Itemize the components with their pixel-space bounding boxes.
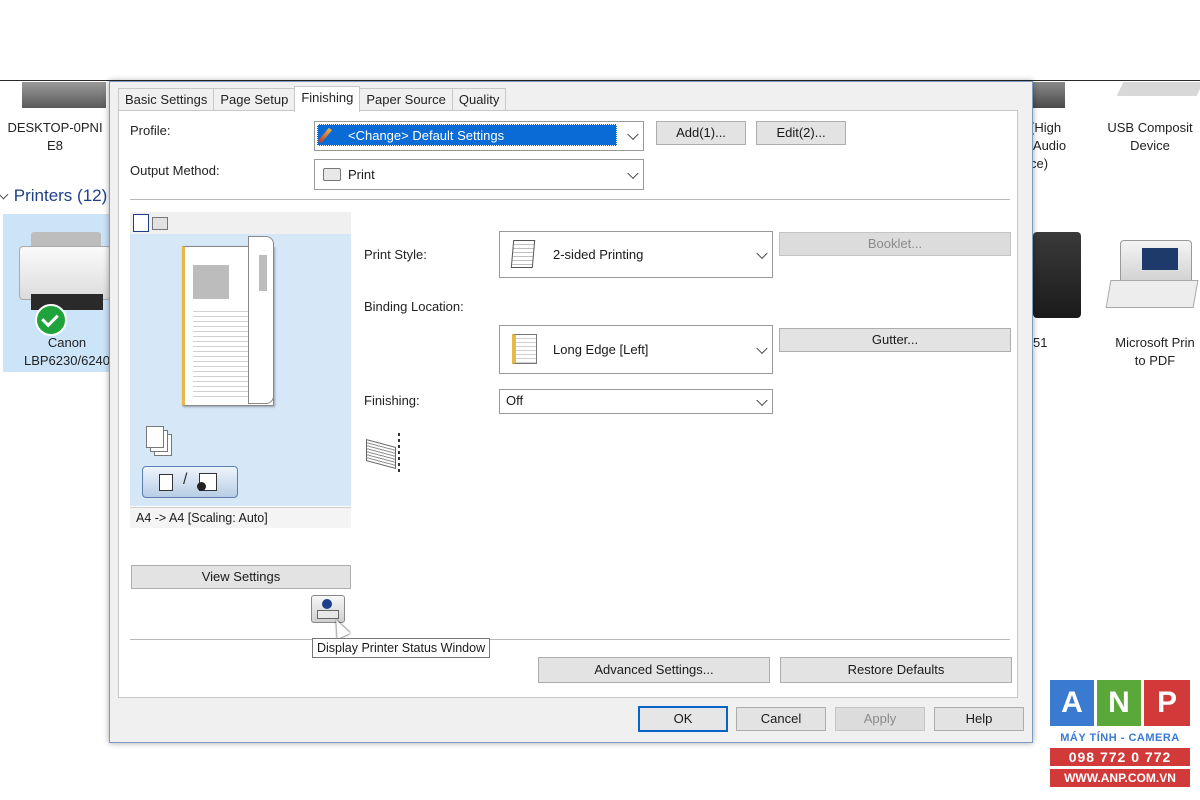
- chevron-down-icon: [627, 128, 639, 141]
- watermark-line3: WWW.ANP.COM.VN: [1050, 769, 1190, 787]
- separator-bottom: [130, 639, 1010, 640]
- chevron-down-icon: [756, 247, 768, 259]
- profile-label: Profile:: [130, 123, 171, 138]
- apply-button[interactable]: Apply: [835, 707, 925, 731]
- anp-watermark: A N P MÁY TÍNH - CAMERA 098 772 0 772 WW…: [1048, 680, 1194, 790]
- separator-top: [130, 199, 1010, 200]
- watermark-letter-p: P: [1144, 680, 1190, 726]
- output-method-label: Output Method:: [130, 163, 220, 178]
- long-edge-binding-icon: [512, 334, 537, 364]
- audio-device-icon[interactable]: [1033, 82, 1065, 108]
- preview-caption: A4 -> A4 [Scaling: Auto]: [130, 507, 351, 528]
- finishing-label: Finishing:: [364, 393, 420, 408]
- tab-paper-source[interactable]: Paper Source: [359, 88, 453, 111]
- preview-toolbar: [130, 212, 351, 235]
- printer-label-51[interactable]: 51: [1033, 334, 1063, 352]
- printer-preferences-dialog: Basic Settings Page Setup Finishing Pape…: [109, 81, 1033, 743]
- tab-basic-settings[interactable]: Basic Settings: [118, 88, 215, 111]
- profile-select[interactable]: <Change> Default Settings: [314, 121, 644, 151]
- print-style-select[interactable]: 2-sided Printing: [499, 231, 773, 278]
- finishing-panel: Profile: <Change> Default Settings Add(1…: [118, 110, 1018, 698]
- tab-quality[interactable]: Quality: [451, 88, 507, 111]
- printer-view-icon[interactable]: [152, 217, 168, 230]
- printer-icon: [13, 232, 111, 312]
- status-tooltip: Display Printer Status Window: [312, 638, 491, 658]
- gutter-button[interactable]: Gutter...: [779, 328, 1011, 352]
- advanced-settings-button[interactable]: Advanced Settings...: [538, 657, 770, 683]
- default-printer-check-icon: [35, 304, 67, 336]
- copies-icon: [146, 426, 172, 456]
- printer-small-icon: [323, 168, 341, 181]
- binding-location-select[interactable]: Long Edge [Left]: [499, 325, 773, 374]
- page-back-sheet: [248, 236, 274, 404]
- desktop-computer-icon[interactable]: [22, 82, 106, 108]
- help-button[interactable]: Help: [934, 707, 1024, 731]
- single-page-icon: [159, 474, 173, 491]
- settings-preview: /: [130, 234, 351, 506]
- printer-item-canon[interactable]: Canon LBP6230/6240: [3, 214, 111, 372]
- pencil-icon: [318, 127, 332, 144]
- paper-stack-icon: [364, 433, 404, 473]
- watermark-letter-n: N: [1097, 680, 1141, 726]
- printers-header[interactable]: Printers (12): [0, 186, 107, 206]
- add-profile-button[interactable]: Add(1)...: [656, 121, 746, 145]
- watermark-letter-a: A: [1050, 680, 1094, 726]
- device-label-audio[interactable]: (High Audio ce): [1030, 119, 1090, 173]
- finishing-select[interactable]: Off: [499, 389, 773, 414]
- info-icon: [322, 599, 332, 609]
- printer-label-microsoft-pdf[interactable]: Microsoft Prin to PDF: [1100, 334, 1200, 370]
- binding-location-label: Binding Location:: [364, 299, 464, 314]
- restore-defaults-button[interactable]: Restore Defaults: [780, 657, 1012, 683]
- profile-selected-highlight: <Change> Default Settings: [317, 124, 617, 146]
- watermark-line1: MÁY TÍNH - CAMERA: [1060, 732, 1180, 744]
- device-label-desktop[interactable]: DESKTOP-0PNI E8: [0, 119, 110, 155]
- mouse-cursor-icon: [329, 616, 351, 640]
- two-sided-icon: [510, 240, 536, 268]
- edit-profile-button[interactable]: Edit(2)...: [756, 121, 846, 145]
- duplex-mode-button[interactable]: /: [142, 466, 238, 498]
- pdf-printer-icon[interactable]: [1105, 240, 1199, 310]
- tab-bar: Basic Settings Page Setup Finishing Pape…: [118, 86, 507, 112]
- keyboard-icon[interactable]: [1116, 82, 1200, 96]
- cancel-button[interactable]: Cancel: [736, 707, 826, 731]
- tab-finishing[interactable]: Finishing: [294, 86, 361, 112]
- watermark-line2: 098 772 0 772: [1050, 748, 1190, 766]
- print-style-label: Print Style:: [364, 247, 427, 262]
- chevron-down-icon: [0, 189, 9, 200]
- ok-button[interactable]: OK: [638, 706, 728, 732]
- check-circle-icon: [197, 482, 206, 491]
- chevron-down-icon: [756, 394, 768, 406]
- tab-page-setup[interactable]: Page Setup: [213, 88, 296, 111]
- view-settings-button[interactable]: View Settings: [131, 565, 351, 589]
- chevron-down-icon: [756, 342, 768, 354]
- output-method-select[interactable]: Print: [314, 159, 644, 190]
- chevron-down-icon: [627, 167, 639, 179]
- printer-icon-dark[interactable]: [1033, 232, 1081, 318]
- booklet-button[interactable]: Booklet...: [779, 232, 1011, 256]
- page-view-icon[interactable]: [133, 214, 149, 232]
- device-label-usb-composite[interactable]: USB Composit Device: [1100, 119, 1200, 155]
